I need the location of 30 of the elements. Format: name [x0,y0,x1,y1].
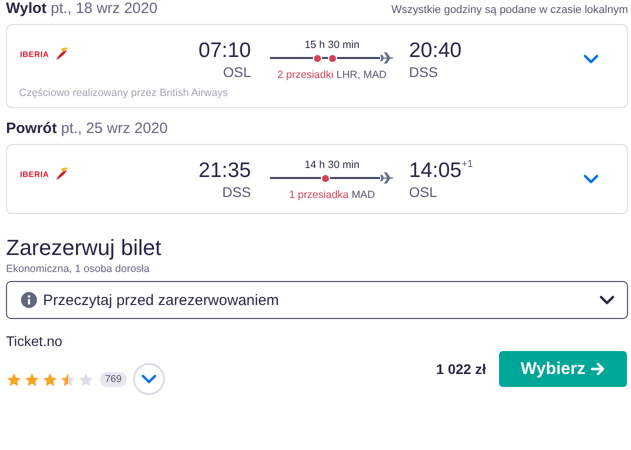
departure-time: 21:35 [198,159,251,183]
day-offset: +1 [462,159,473,172]
fare-summary: Ekonomiczna, 1 osoba dorosła [6,263,151,275]
airline-logo: IBERIA [7,47,165,61]
arrival-airport: DSS [409,63,438,81]
arrival-time: 14:05 [409,159,462,183]
review-count: 769 [100,372,127,386]
flight-card[interactable]: IBERIA 07:10 OSL 15 h 30 min 2 przesiadki LHR, MAD 20:40 DSS Częściowo realizowany przez British Airways [6,24,628,108]
expand-button[interactable] [132,363,165,395]
price: 1 022 zł [436,361,486,377]
leg-heading: Wylot pt., 18 wrz 2020 [6,0,158,17]
flight-duration: 14 h 30 min [304,159,360,171]
leg-heading: Powrót pt., 25 wrz 2020 [6,120,168,137]
info-icon [21,292,37,308]
operated-by-note: Częściowo realizowany przez British Airways [18,86,229,101]
timezone-note: Wszystkie godziny są podane w czasie lokalnym [391,4,628,16]
departure-time: 07:10 [198,39,251,63]
departure-airport: DSS [222,183,251,201]
airline-logo: IBERIA [7,167,165,181]
flight-duration: 15 h 30 min [304,39,360,51]
chevron-down-icon[interactable] [599,295,615,305]
info-dropdown[interactable]: Przeczytaj przed zarezerwowaniem [6,281,628,319]
section-title: Zarezerwuj bilet [6,234,162,262]
arrival-time: 20:40 [409,39,462,63]
stops-info: 1 przesiadka MAD [289,189,375,201]
arrival-airport: OSL [409,183,438,201]
stops-info: 2 przesiadki LHR, MAD [277,69,387,81]
arrow-right-icon [591,363,606,375]
departure-airport: OSL [222,63,251,81]
provider-name: Ticket.no [6,333,64,349]
